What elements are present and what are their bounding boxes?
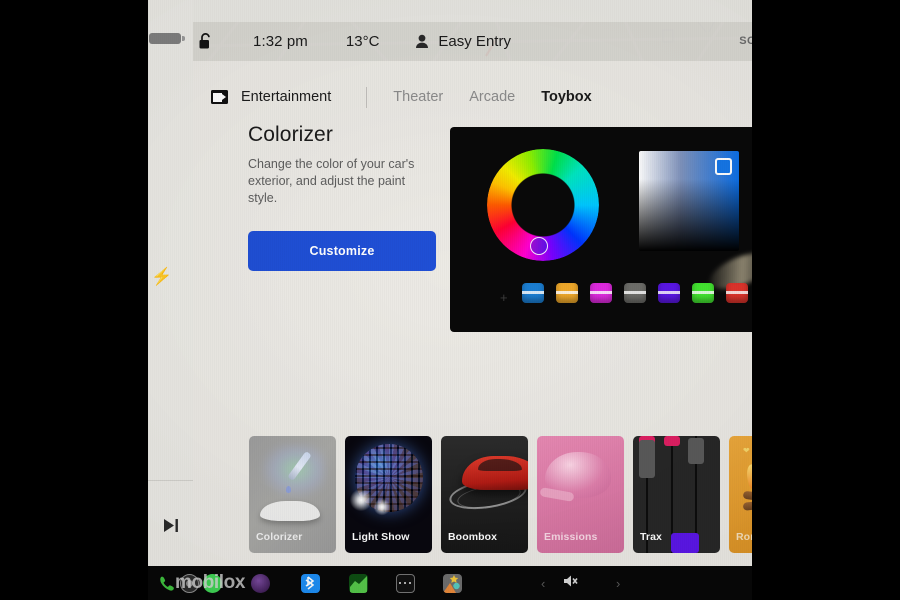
- dark-disc-icon[interactable]: [179, 573, 199, 593]
- nav-back-button[interactable]: ‹: [541, 576, 545, 591]
- flame-icon: [743, 462, 752, 492]
- swatch-magenta[interactable]: [590, 283, 612, 303]
- swatch-blue[interactable]: [522, 283, 544, 303]
- entertainment-icon: [211, 90, 228, 104]
- status-bar: 1:32 pm 13°C Easy Entry SO: [193, 22, 752, 61]
- tab-theater[interactable]: Theater: [393, 89, 443, 105]
- main-content: Entertainment Theater Arcade Toybox Colo…: [193, 61, 752, 566]
- saturation-brightness-square[interactable]: [639, 151, 739, 251]
- thumb-emissions[interactable]: Emissions: [537, 436, 624, 553]
- swatch-gray[interactable]: [624, 283, 646, 303]
- thumb-light-show[interactable]: Light Show: [345, 436, 432, 553]
- thumb-label: Boombox: [448, 531, 498, 543]
- thumb-romance[interactable]: ❤ ❤ ❤ Romance: [729, 436, 752, 553]
- purple-disc-icon[interactable]: [250, 573, 270, 593]
- more-icon[interactable]: [395, 573, 415, 593]
- swatch-violet[interactable]: [658, 283, 680, 303]
- battery-icon: [149, 33, 185, 44]
- fader-cap-gray2: [688, 438, 704, 464]
- red-car-icon: [462, 456, 528, 490]
- add-color-icon[interactable]: +: [500, 290, 508, 305]
- bluetooth-icon[interactable]: [300, 573, 320, 593]
- left-rail: ⚡: [148, 0, 193, 566]
- thumb-label: Colorizer: [256, 531, 303, 543]
- gallery-icon[interactable]: [442, 573, 462, 593]
- hue-wheel-knob[interactable]: [530, 237, 548, 255]
- sparkle-icon: [373, 498, 391, 516]
- person-icon: [415, 34, 429, 49]
- color-swatch-row: [522, 283, 748, 303]
- thumb-label: Trax: [640, 531, 662, 543]
- volume-mute-icon[interactable]: [563, 574, 578, 588]
- clipped-map-label: SO: [739, 35, 752, 47]
- car-touchscreen: 1:32 pm 13°C Easy Entry SO ⚡ Entertainme…: [148, 0, 752, 600]
- saturation-brightness-knob[interactable]: [715, 158, 732, 175]
- driver-profile-name[interactable]: Easy Entry: [438, 33, 511, 50]
- tab-toybox[interactable]: Toybox: [541, 89, 591, 105]
- lightning-bolt-icon: ⚡: [151, 267, 173, 286]
- outside-temperature[interactable]: 13°C: [346, 33, 380, 50]
- swatch-green[interactable]: [692, 283, 714, 303]
- feature-panel: Colorizer Change the color of your car's…: [248, 123, 444, 271]
- swatch-amber[interactable]: [556, 283, 578, 303]
- thumb-label: Light Show: [352, 531, 410, 543]
- android-taskbar: mobilox ‹ ›: [148, 566, 752, 600]
- swatch-red[interactable]: [726, 283, 748, 303]
- tab-arcade[interactable]: Arcade: [469, 89, 515, 105]
- tab-divider: [366, 86, 368, 108]
- thumb-colorizer[interactable]: Colorizer: [249, 436, 336, 553]
- nav-forward-button[interactable]: ›: [616, 576, 620, 591]
- thumb-label: Romance: [736, 531, 752, 543]
- sparkle-icon: [349, 488, 373, 512]
- fader-cap-gray: [639, 440, 655, 478]
- spotify-icon[interactable]: [202, 573, 222, 593]
- paint-drop-icon: [286, 486, 291, 493]
- section-label: Entertainment: [241, 89, 332, 105]
- tab-bar: Entertainment Theater Arcade Toybox: [193, 77, 752, 117]
- heart-icon: ❤: [743, 446, 750, 455]
- fader-cap-violet: [671, 533, 699, 553]
- thumb-trax[interactable]: Trax: [633, 436, 720, 553]
- clock-time[interactable]: 1:32 pm: [253, 33, 308, 50]
- page-description: Change the color of your car's exterior,…: [248, 157, 415, 205]
- photo-frame: 1:32 pm 13°C Easy Entry SO ⚡ Entertainme…: [0, 0, 900, 600]
- chart-app-icon[interactable]: [348, 573, 368, 593]
- phone-icon[interactable]: [156, 573, 176, 593]
- section-entertainment[interactable]: Entertainment: [211, 89, 331, 105]
- thumb-boombox[interactable]: Boombox: [441, 436, 528, 553]
- toybox-app-strip: Colorizer Light Show Boombox Emissions T…: [193, 436, 752, 566]
- rail-divider: [148, 480, 193, 481]
- unlocked-padlock-icon[interactable]: [198, 33, 213, 50]
- colorizer-preview: +: [450, 127, 752, 332]
- page-title: Colorizer: [248, 123, 333, 146]
- thumb-label: Emissions: [544, 531, 598, 543]
- fader-cap-pink2: [664, 436, 680, 446]
- play-next-icon[interactable]: [156, 512, 186, 538]
- customize-button[interactable]: Customize: [248, 230, 436, 271]
- car-silhouette-icon: [260, 501, 320, 521]
